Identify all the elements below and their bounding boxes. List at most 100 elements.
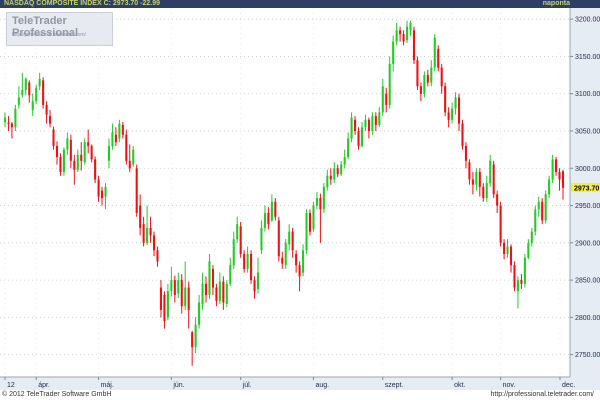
candle-body (561, 171, 565, 188)
candle-body (430, 67, 433, 83)
candle-body (440, 67, 443, 87)
candle-body (378, 112, 381, 126)
candle-body (128, 160, 131, 169)
x-tick-label: okt. (454, 382, 465, 389)
candle-body (236, 224, 239, 240)
candle-up (83, 138, 86, 165)
candle-body (87, 142, 90, 146)
candle-down (250, 250, 253, 284)
candle-body (121, 125, 124, 135)
y-tick-label: 3050.00 (575, 129, 600, 136)
candle-body (360, 127, 364, 146)
candle-body (527, 242, 530, 258)
candle-body (194, 324, 197, 348)
candle-down (499, 201, 502, 247)
candle-body (482, 186, 485, 199)
candle-body (558, 172, 561, 180)
x-tick-label: ápr. (38, 382, 50, 389)
candle-up (388, 56, 391, 109)
y-tick-label: 3150.00 (575, 54, 600, 61)
candle-body (201, 283, 204, 304)
candle-body (163, 295, 166, 322)
candle-body (471, 179, 474, 185)
candle-body (66, 138, 69, 150)
candle-body (114, 134, 117, 143)
candle-body (31, 101, 34, 111)
candle-body (503, 242, 506, 254)
candle-body (62, 149, 65, 172)
candle-body (412, 30, 416, 61)
candle-body (24, 78, 27, 90)
candle-down (437, 45, 440, 72)
candle-body (343, 157, 346, 165)
candle-down (416, 56, 419, 90)
candle-up (423, 71, 426, 98)
candle-body (426, 75, 429, 83)
candle-body (350, 117, 353, 139)
last-price-label: 2973.70 (574, 185, 599, 192)
candle-body (295, 254, 298, 266)
candle-up (305, 209, 308, 254)
candle-body (315, 198, 318, 206)
candle-body (3, 117, 7, 123)
y-tick-label: 2850.00 (575, 278, 600, 285)
y-tick-label: 2950.00 (575, 203, 600, 210)
candle-body (288, 231, 291, 245)
candle-body (101, 190, 104, 199)
candle-down (125, 129, 128, 165)
candle-body (433, 37, 436, 68)
candle-up (534, 205, 537, 236)
candle-body (374, 116, 377, 126)
y-tick-label: 3000.00 (575, 166, 600, 173)
candle-body (118, 123, 121, 139)
candle-body (170, 280, 173, 292)
candle-body (405, 26, 409, 41)
candle-body (340, 164, 343, 175)
candle-body (464, 145, 467, 161)
candle-body (10, 123, 13, 128)
x-tick-label: nov. (503, 382, 516, 389)
candle-up (312, 201, 315, 232)
candle-body (246, 254, 249, 269)
candle-up (14, 104, 17, 131)
candle-body (270, 201, 273, 221)
candle-body (281, 257, 284, 264)
interval-label: naponta (542, 0, 570, 7)
candle-body (94, 159, 97, 180)
candle-body (357, 131, 360, 146)
candle-body (107, 145, 111, 161)
candle-body (156, 250, 159, 262)
y-tick-label: 2900.00 (575, 240, 600, 247)
candle-down (42, 77, 45, 109)
x-axis-panel (0, 377, 570, 390)
x-tick-label: 12 (7, 382, 15, 389)
candle-body (485, 183, 488, 199)
candle-body (17, 97, 20, 105)
candle-down (461, 119, 464, 150)
candle-body (177, 280, 180, 294)
candle-body (215, 287, 218, 301)
candle-body (222, 281, 225, 303)
candle-body (509, 246, 513, 266)
y-axis-panel (570, 8, 600, 390)
candle-body (499, 205, 502, 243)
candle-body (530, 231, 533, 243)
candle-body (534, 209, 537, 232)
candle-body (59, 157, 62, 172)
candle-body (454, 97, 457, 109)
candle-body (506, 246, 509, 254)
candle-body (90, 145, 93, 160)
candle-down (308, 209, 312, 236)
chart-title: NASDAQ COMPOSITE INDEX C: 2973.70 -22.99 (4, 0, 160, 7)
candle-down (513, 261, 516, 292)
candle-body (451, 108, 454, 120)
x-tick-label: máj. (101, 382, 114, 389)
candle-up (225, 280, 228, 307)
candle-body (111, 132, 114, 146)
candle-down (239, 221, 242, 258)
candle-body (187, 287, 190, 310)
candle-body (475, 172, 478, 185)
y-tick-label: 3100.00 (575, 91, 600, 98)
x-tick-label: jún. (172, 382, 184, 389)
candle-body (444, 86, 447, 113)
